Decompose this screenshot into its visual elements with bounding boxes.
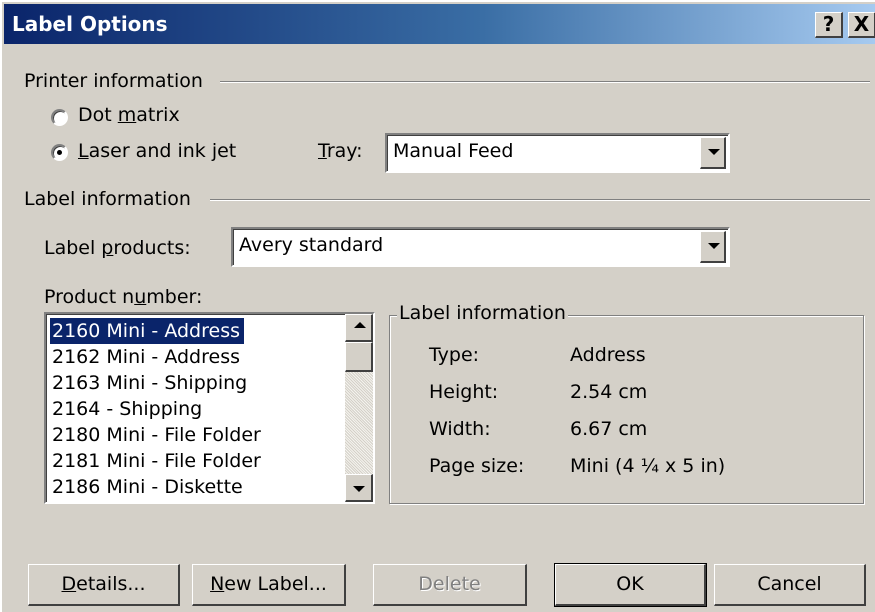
scroll-thumb[interactable] [345,342,373,372]
close-button[interactable]: X [848,12,875,38]
label-info-heading: Label information [24,188,199,210]
page-size-label: Page size: [429,455,525,477]
product-number-list[interactable]: 2160 Mini - Address 2162 Mini - Address … [44,312,375,504]
help-button[interactable]: ? [815,12,843,38]
list-item[interactable]: 2160 Mini - Address [49,317,245,345]
label-options-dialog: Label Options ? X Printer information Do… [0,0,875,612]
chevron-down-icon [353,486,365,492]
label-products-label: Label products: [44,237,191,259]
label-info-divider [210,199,870,201]
details-button[interactable]: Details... [28,564,180,606]
dot-matrix-radio[interactable] [51,109,68,126]
list-item[interactable]: 2181 Mini - File Folder [50,448,265,474]
product-number-label: Product number: [44,286,203,308]
chevron-down-icon [708,243,720,249]
laser-ink-jet-label[interactable]: Laser and ink jet [78,140,236,162]
type-label: Type: [429,344,480,366]
label-products-dropdown-button[interactable] [700,231,726,263]
label-products-value: Avery standard [239,234,384,256]
list-item[interactable]: 2163 Mini - Shipping [50,370,251,396]
title-bar[interactable]: Label Options ? X [4,4,875,44]
width-label: Width: [429,418,491,440]
page-size-value: Mini (4 ¼ x 5 in) [570,455,726,477]
list-item[interactable]: 2164 - Shipping [50,396,206,422]
printer-info-heading: Printer information [24,70,211,92]
tray-select[interactable]: Manual Feed [385,133,730,173]
list-item[interactable]: 2186 Mini - Diskette [50,474,247,500]
list-item[interactable]: 2162 Mini - Address [50,344,244,370]
new-label-button[interactable]: New Label... [192,564,346,606]
delete-button[interactable]: Delete [373,564,527,606]
laser-ink-jet-radio[interactable] [51,144,68,161]
tray-label: Tray: [318,140,363,162]
type-value: Address [570,344,646,366]
label-info-box-heading: Label information [397,302,568,324]
list-item[interactable]: 2180 Mini - File Folder [50,422,265,448]
radio-selected-dot [57,150,62,155]
width-value: 6.67 cm [570,418,648,440]
height-label: Height: [429,381,499,403]
list-scrollbar[interactable] [345,314,373,502]
chevron-up-icon [354,322,366,328]
dot-matrix-label[interactable]: Dot matrix [78,104,180,126]
label-products-select[interactable]: Avery standard [231,227,730,267]
scroll-down-button[interactable] [345,474,373,502]
chevron-down-icon [708,149,720,155]
ok-button[interactable]: OK [554,563,707,607]
scroll-up-button[interactable] [345,314,373,342]
cancel-button[interactable]: Cancel [714,564,866,606]
tray-dropdown-button[interactable] [700,137,726,169]
height-value: 2.54 cm [570,381,648,403]
dialog-title: Label Options [12,12,168,36]
printer-info-divider [220,81,870,83]
tray-value: Manual Feed [393,140,514,162]
